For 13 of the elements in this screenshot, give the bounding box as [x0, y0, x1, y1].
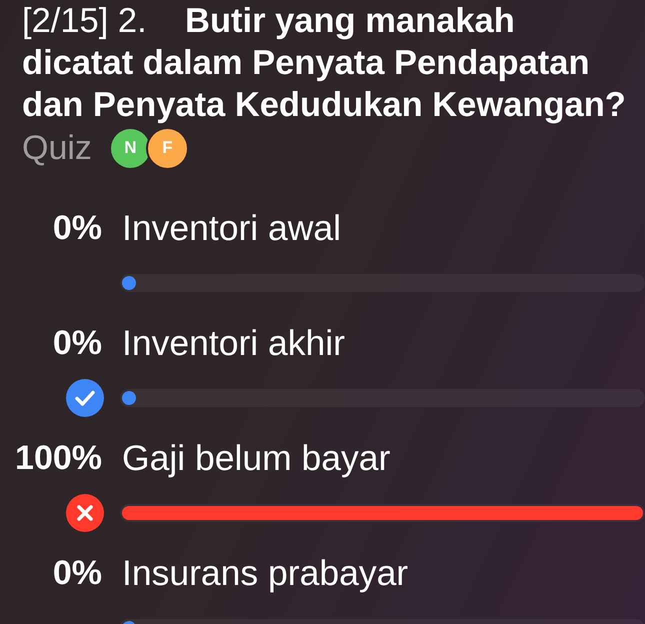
quiz-label: Quiz	[22, 128, 92, 169]
question-text: [2/15] 2. Butir yang manakah dicatat dalam Penyata Pendapatan dan Penyata Kedudukan Kewangan?	[21, 1, 627, 126]
answer-option-text: Inventori awal	[121, 207, 342, 250]
participant-avatar: N	[110, 128, 150, 168]
answer-option-text: Insurans prabayar	[121, 552, 410, 595]
answer-option-text: Gaji belum bayar	[121, 437, 392, 480]
cross-icon	[66, 494, 104, 532]
vote-percentage: 0%	[52, 553, 103, 594]
vote-percentage: 0%	[52, 323, 103, 364]
participant-avatar: F	[148, 128, 187, 168]
vote-percentage: 0%	[52, 208, 103, 249]
answer-option-text: Inventori akhir	[121, 322, 346, 365]
vote-percentage: 100%	[15, 438, 103, 479]
